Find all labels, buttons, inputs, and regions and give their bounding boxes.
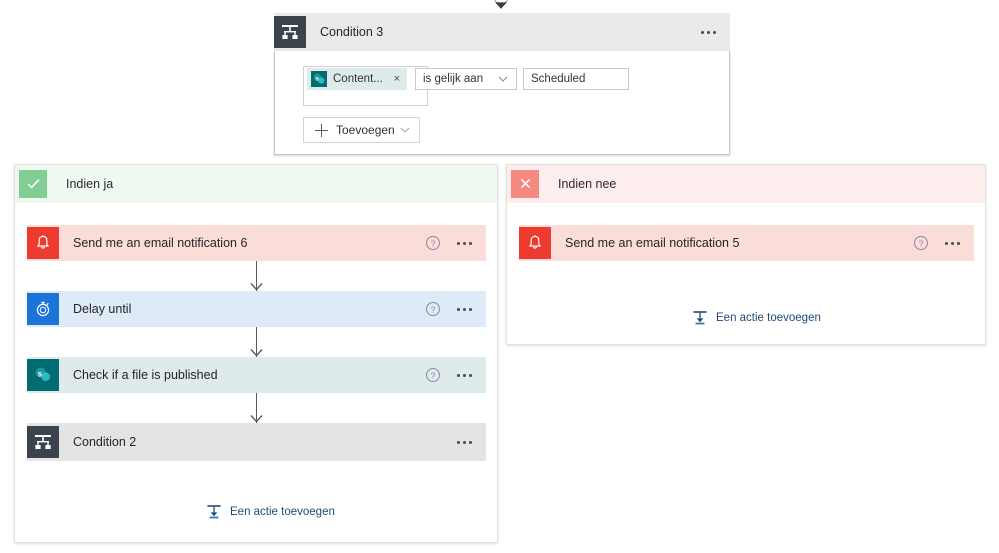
help-icon[interactable]: ? xyxy=(425,301,441,317)
add-action-label: Een actie toevoegen xyxy=(230,506,335,518)
condition-value-input[interactable]: Scheduled xyxy=(523,68,629,90)
branch-header-no: Indien nee xyxy=(507,165,985,203)
arrow-down-icon xyxy=(250,415,263,423)
action-menu-button[interactable] xyxy=(457,241,472,245)
connector-arrow xyxy=(247,393,267,423)
add-condition-label: Toevoegen xyxy=(336,123,395,137)
add-action-link[interactable]: Een actie toevoegen xyxy=(205,503,335,521)
connector-arrow xyxy=(247,327,267,357)
sharepoint-icon: s xyxy=(311,71,327,87)
action-title: Check if a file is published xyxy=(73,368,218,382)
stopwatch-icon xyxy=(27,293,59,325)
connector-arrow xyxy=(247,261,267,291)
action-card[interactable]: Condition 2 xyxy=(27,423,486,461)
arrow-down-icon xyxy=(250,349,263,357)
chevron-down-icon xyxy=(400,127,410,133)
condition-icon xyxy=(274,16,306,48)
close-icon[interactable]: × xyxy=(392,73,407,85)
ellipsis-icon xyxy=(457,440,460,444)
condition-operator-select[interactable]: is gelijk aan xyxy=(415,68,517,90)
action-card[interactable]: Send me an email notification 5 ? xyxy=(519,225,974,261)
cross-icon xyxy=(511,169,539,198)
condition-title: Condition 3 xyxy=(320,25,384,39)
condition-operator-value: is gelijk aan xyxy=(423,73,484,85)
add-action-link[interactable]: Een actie toevoegen xyxy=(691,309,821,327)
action-title: Condition 2 xyxy=(73,435,137,449)
condition-header[interactable]: Condition 3 xyxy=(274,13,730,51)
ellipsis-icon xyxy=(457,241,460,245)
condition-menu-button[interactable] xyxy=(701,30,716,34)
notification-bell-icon xyxy=(27,227,59,259)
branch-header-yes: Indien ja xyxy=(15,165,497,203)
arrow-down-icon xyxy=(494,0,508,9)
condition-token-label: Content... xyxy=(333,73,383,85)
svg-text:?: ? xyxy=(919,238,924,248)
svg-text:?: ? xyxy=(431,304,436,314)
action-menu-button[interactable] xyxy=(457,307,472,311)
action-menu-button[interactable] xyxy=(457,373,472,377)
svg-text:?: ? xyxy=(431,238,436,248)
ellipsis-icon xyxy=(945,241,948,245)
action-title: Send me an email notification 6 xyxy=(73,236,248,250)
help-icon[interactable]: ? xyxy=(913,235,929,251)
condition-value-text: Scheduled xyxy=(531,73,586,85)
action-card[interactable]: Send me an email notification 6 ? xyxy=(27,225,486,261)
condition-icon xyxy=(27,426,59,458)
svg-text:s: s xyxy=(38,369,43,378)
action-menu-button[interactable] xyxy=(457,440,472,444)
action-title: Send me an email notification 5 xyxy=(565,236,740,250)
action-card[interactable]: Delay until ? xyxy=(27,291,486,327)
arrow-down-icon xyxy=(250,283,263,291)
action-menu-button[interactable] xyxy=(945,241,960,245)
checkmark-icon xyxy=(19,169,47,198)
chevron-down-icon xyxy=(498,76,508,82)
branch-panel-no: Indien nee Send me an email notification… xyxy=(506,164,986,345)
insert-action-icon xyxy=(693,311,707,325)
plus-icon xyxy=(315,123,328,137)
branch-label-no: Indien nee xyxy=(558,177,617,191)
ellipsis-icon xyxy=(701,30,704,34)
sharepoint-icon: s xyxy=(27,359,59,391)
branch-label-yes: Indien ja xyxy=(66,177,114,191)
action-card[interactable]: s Check if a file is published ? xyxy=(27,357,486,393)
add-condition-button[interactable]: Toevoegen xyxy=(303,117,420,143)
notification-bell-icon xyxy=(519,227,551,259)
ellipsis-icon xyxy=(457,307,460,311)
help-icon[interactable]: ? xyxy=(425,367,441,383)
action-title: Delay until xyxy=(73,302,132,316)
insert-action-icon xyxy=(207,505,221,519)
condition-token-chip[interactable]: s Content... × xyxy=(307,68,407,90)
branch-panel-yes: Indien ja Send me an email notification … xyxy=(14,164,498,543)
add-action-label: Een actie toevoegen xyxy=(716,312,821,324)
help-icon[interactable]: ? xyxy=(425,235,441,251)
ellipsis-icon xyxy=(457,373,460,377)
svg-text:?: ? xyxy=(431,370,436,380)
